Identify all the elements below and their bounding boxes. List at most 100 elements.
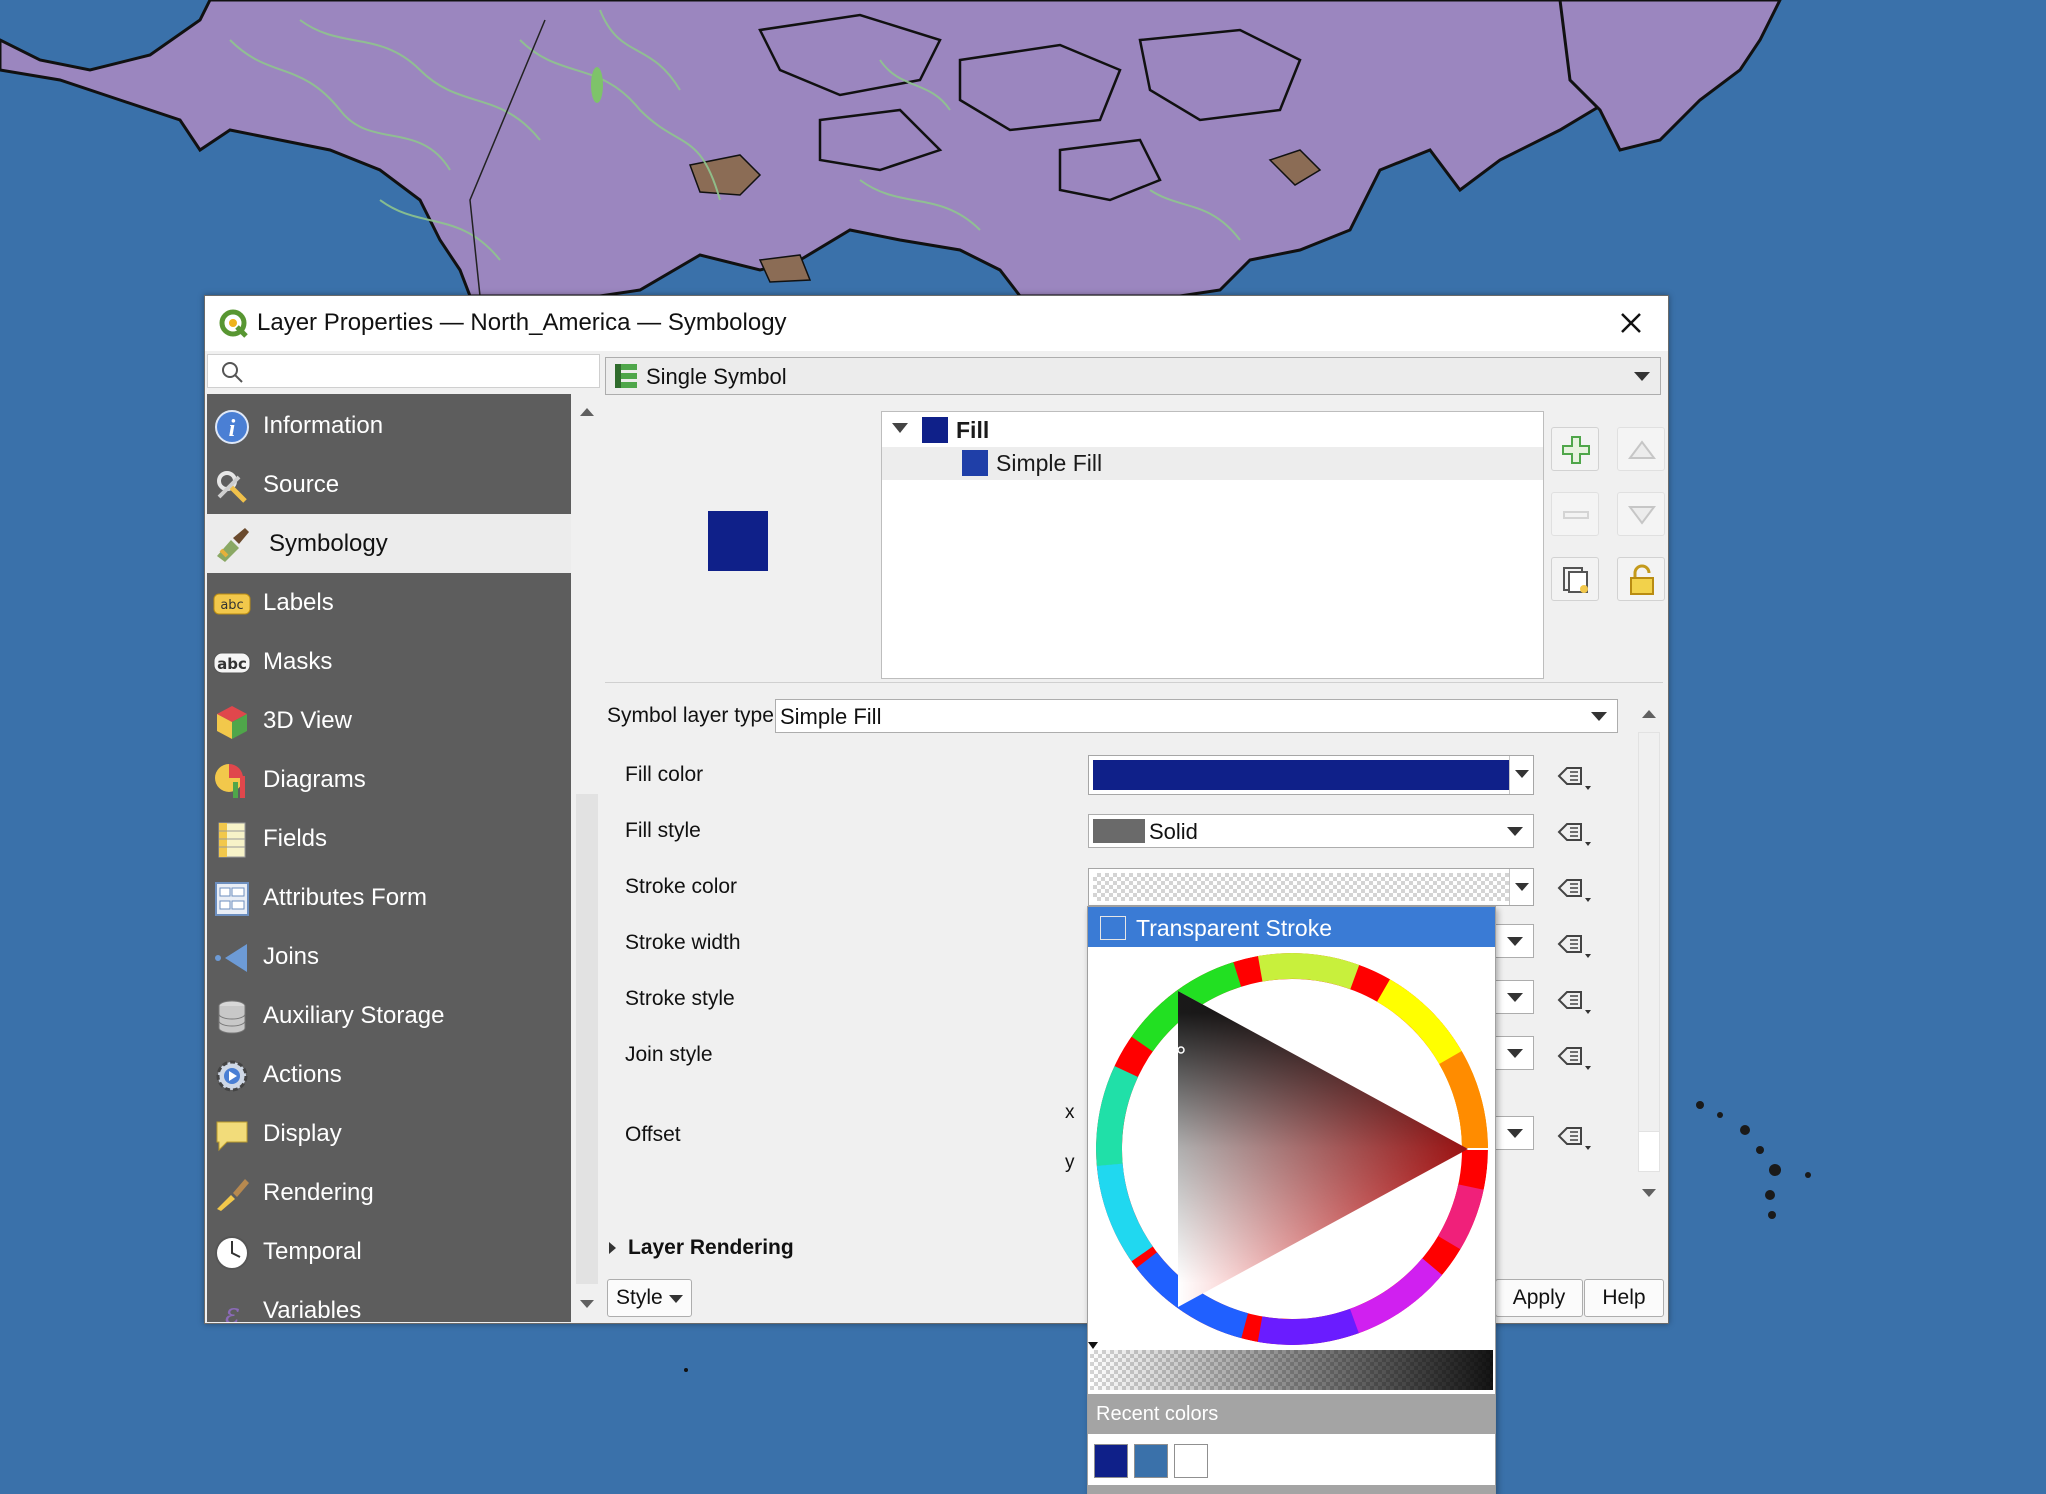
- data-defined-override-button[interactable]: [1551, 1118, 1595, 1154]
- sidebar-item-label: Symbology: [269, 530, 388, 557]
- scroll-up-icon[interactable]: [577, 402, 597, 422]
- stroke-color-button[interactable]: [1088, 868, 1534, 906]
- data-defined-icon: [1557, 767, 1591, 790]
- move-up-button[interactable]: [1617, 427, 1665, 471]
- transparent-stroke-item[interactable]: Transparent Stroke: [1088, 907, 1495, 947]
- sidebar-item-label: Information: [263, 412, 384, 439]
- symbol-layer-type-combo[interactable]: Simple Fill: [775, 699, 1618, 733]
- symbology-icon: [217, 528, 249, 562]
- recent-color-swatch[interactable]: [1174, 1444, 1208, 1478]
- display-icon: [216, 1121, 248, 1152]
- opacity-slider[interactable]: [1088, 1342, 1493, 1390]
- sidebar-item-symbology[interactable]: Symbology: [207, 514, 571, 573]
- fill-style-swatch: [1093, 819, 1145, 843]
- sidebar-item-information[interactable]: i Information: [207, 396, 571, 455]
- style-button[interactable]: Style: [607, 1279, 692, 1317]
- sidebar-item-auxiliary-storage[interactable]: Auxiliary Storage: [207, 986, 571, 1045]
- sidebar-item-attributes-form[interactable]: Attributes Form: [207, 868, 571, 927]
- scroll-down-icon[interactable]: [577, 1294, 597, 1314]
- layer-rendering-toggle[interactable]: Layer Rendering: [609, 1236, 794, 1260]
- tree-label-simple-fill: Simple Fill: [996, 450, 1103, 476]
- renderer-combo[interactable]: Single Symbol: [605, 357, 1661, 395]
- data-defined-override-button[interactable]: [1551, 982, 1595, 1018]
- sidebar-item-joins[interactable]: Joins: [207, 927, 571, 986]
- sidebar-item-label: Attributes Form: [263, 884, 428, 911]
- sidebar-item-label: Source: [263, 471, 340, 498]
- data-defined-override-button[interactable]: [1551, 870, 1595, 906]
- close-icon[interactable]: [1614, 306, 1648, 340]
- duplicate-symbol-layer-button[interactable]: [1551, 557, 1599, 601]
- variables-icon: ε: [225, 1297, 240, 1322]
- stroke-style-combo[interactable]: [1494, 980, 1534, 1014]
- fill-color-dropdown[interactable]: [1509, 756, 1533, 794]
- stroke-width-unit-combo[interactable]: [1494, 924, 1534, 958]
- fill-color-button[interactable]: [1088, 755, 1534, 795]
- add-icon: [1562, 436, 1590, 464]
- chevron-down-icon: [1634, 372, 1650, 381]
- scroll-thumb[interactable]: [576, 434, 598, 794]
- sidebar-nav: i Information Source Symbology abc Label…: [207, 394, 571, 1322]
- data-defined-override-button[interactable]: [1551, 758, 1595, 794]
- help-button[interactable]: Help: [1584, 1279, 1664, 1317]
- data-defined-icon: [1557, 823, 1591, 846]
- map-green-area: [591, 67, 603, 103]
- temporal-icon: [215, 1236, 249, 1270]
- apply-button[interactable]: Apply: [1495, 1279, 1583, 1317]
- chevron-down-icon: [669, 1295, 683, 1303]
- fill-style-combo[interactable]: Solid: [1088, 814, 1534, 848]
- remove-symbol-layer-button[interactable]: [1551, 492, 1599, 536]
- color-wheel[interactable]: [1096, 953, 1488, 1345]
- data-defined-override-button[interactable]: [1551, 926, 1595, 962]
- data-defined-override-button[interactable]: [1551, 814, 1595, 850]
- symbol-layer-tree[interactable]: Fill Simple Fill: [881, 411, 1544, 679]
- offset-x-label: x: [1065, 1102, 1075, 1123]
- remove-icon: [1563, 511, 1589, 519]
- stroke-width-label: Stroke width: [625, 931, 741, 954]
- sidebar-item-label: Display: [263, 1120, 342, 1147]
- tree-row-simple-fill[interactable]: Simple Fill: [882, 447, 1543, 480]
- opacity-marker-icon[interactable]: [1088, 1342, 1098, 1349]
- properties-scrollbar[interactable]: [1635, 696, 1663, 1211]
- transparent-checkbox[interactable]: [1100, 916, 1126, 940]
- data-defined-override-button[interactable]: [1551, 1038, 1595, 1074]
- recent-color-swatch[interactable]: [1094, 1444, 1128, 1478]
- sidebar-item-label: Actions: [263, 1061, 342, 1088]
- lock-color-button[interactable]: [1617, 557, 1665, 601]
- sidebar-item-3d-view[interactable]: 3D View: [207, 691, 571, 750]
- sidebar-item-label: Temporal: [263, 1238, 362, 1265]
- add-symbol-layer-button[interactable]: [1551, 427, 1599, 471]
- offset-unit-combo[interactable]: [1494, 1116, 1534, 1150]
- scroll-up-icon[interactable]: [1639, 704, 1659, 724]
- search-box[interactable]: [207, 354, 600, 388]
- sidebar-item-temporal[interactable]: Temporal: [207, 1222, 571, 1281]
- sidebar-item-actions[interactable]: Actions: [207, 1045, 571, 1104]
- sidebar-item-labels[interactable]: abc Labels: [207, 573, 571, 632]
- collapse-arrow-icon[interactable]: [892, 423, 908, 433]
- sidebar-item-variables[interactable]: ε Variables: [207, 1281, 571, 1322]
- scroll-down-icon[interactable]: [1639, 1183, 1659, 1203]
- sidebar-item-label: Variables: [263, 1297, 362, 1322]
- layer-rendering-label: Layer Rendering: [628, 1236, 794, 1259]
- data-defined-icon: [1557, 879, 1591, 902]
- lock-icon: [1630, 564, 1654, 595]
- search-input[interactable]: [252, 357, 592, 385]
- labels-icon: abc: [213, 593, 251, 615]
- sidebar-item-source[interactable]: Source: [207, 455, 571, 514]
- sidebar-item-display[interactable]: Display: [207, 1104, 571, 1163]
- sidebar-item-fields[interactable]: Fields: [207, 809, 571, 868]
- sidebar-item-rendering[interactable]: Rendering: [207, 1163, 571, 1222]
- sidebar-item-diagrams[interactable]: Diagrams: [207, 750, 571, 809]
- join-style-combo[interactable]: [1494, 1036, 1534, 1070]
- renderer-value: Single Symbol: [646, 364, 787, 389]
- data-defined-icon: [1557, 1047, 1591, 1070]
- opacity-gradient: [1090, 1350, 1493, 1390]
- help-button-label: Help: [1602, 1286, 1646, 1309]
- recent-color-swatch[interactable]: [1134, 1444, 1168, 1478]
- sidebar-scrollbar[interactable]: [573, 394, 601, 1322]
- sidebar-item-masks[interactable]: abc Masks: [207, 632, 571, 691]
- tree-row-fill[interactable]: Fill: [882, 414, 1543, 447]
- stroke-color-dropdown[interactable]: [1509, 869, 1533, 905]
- scroll-thumb[interactable]: [1638, 732, 1660, 1132]
- move-down-button[interactable]: [1617, 492, 1665, 536]
- sidebar-item-label: Diagrams: [263, 766, 366, 793]
